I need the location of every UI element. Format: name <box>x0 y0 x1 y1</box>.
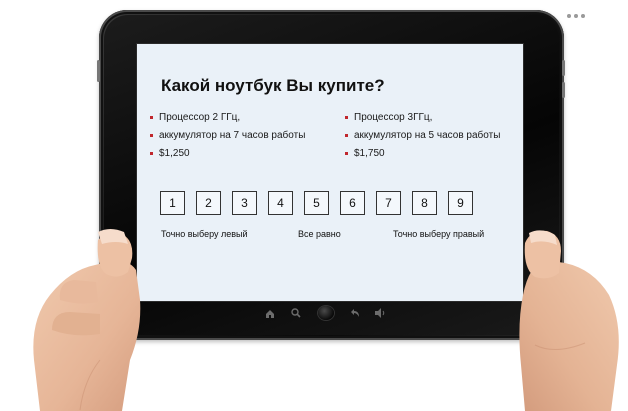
home-button[interactable] <box>318 306 334 320</box>
scene: Какой ноутбук Вы купите? Процессор 2 ГГц… <box>0 0 628 411</box>
rating-scale: 1 2 3 4 5 6 7 8 9 <box>160 191 473 215</box>
rating-option-9[interactable]: 9 <box>448 191 473 215</box>
scale-label-left: Точно выберу левый <box>161 229 248 239</box>
home-icon[interactable] <box>264 305 276 321</box>
rating-option-3[interactable]: 3 <box>232 191 257 215</box>
side-button-right-top <box>562 60 565 76</box>
left-option-price: $1,250 <box>149 145 305 163</box>
rating-option-8[interactable]: 8 <box>412 191 437 215</box>
left-hand-image <box>33 229 141 411</box>
volume-icon[interactable] <box>374 305 386 321</box>
rating-option-6[interactable]: 6 <box>340 191 365 215</box>
right-option-cpu: Процессор 3ГГц, <box>344 109 500 127</box>
right-option-battery: аккумулятор на 5 часов работы <box>344 127 500 145</box>
rating-option-4[interactable]: 4 <box>268 191 293 215</box>
rating-option-5[interactable]: 5 <box>304 191 329 215</box>
side-button-left <box>97 60 100 82</box>
search-icon[interactable] <box>290 305 302 321</box>
rating-option-2[interactable]: 2 <box>196 191 221 215</box>
right-hand-image <box>519 230 619 411</box>
left-option-battery: аккумулятор на 7 часов работы <box>149 127 305 145</box>
back-icon[interactable] <box>350 305 362 321</box>
left-option-list: Процессор 2 ГГц, аккумулятор на 7 часов … <box>149 109 305 163</box>
scale-label-middle: Все равно <box>298 229 341 239</box>
tablet-screen: Какой ноутбук Вы купите? Процессор 2 ГГц… <box>136 43 524 302</box>
scale-label-right: Точно выберу правый <box>393 229 485 239</box>
slide-title: Какой ноутбук Вы купите? <box>161 76 385 95</box>
side-button-right-bottom <box>562 82 565 98</box>
right-option-list: Процессор 3ГГц, аккумулятор на 5 часов р… <box>344 109 500 163</box>
speaker-dots <box>567 14 585 18</box>
right-option-price: $1,750 <box>344 145 500 163</box>
rating-option-1[interactable]: 1 <box>160 191 185 215</box>
left-option-cpu: Процессор 2 ГГц, <box>149 109 305 127</box>
tablet-nav-bar <box>260 305 400 321</box>
rating-option-7[interactable]: 7 <box>376 191 401 215</box>
